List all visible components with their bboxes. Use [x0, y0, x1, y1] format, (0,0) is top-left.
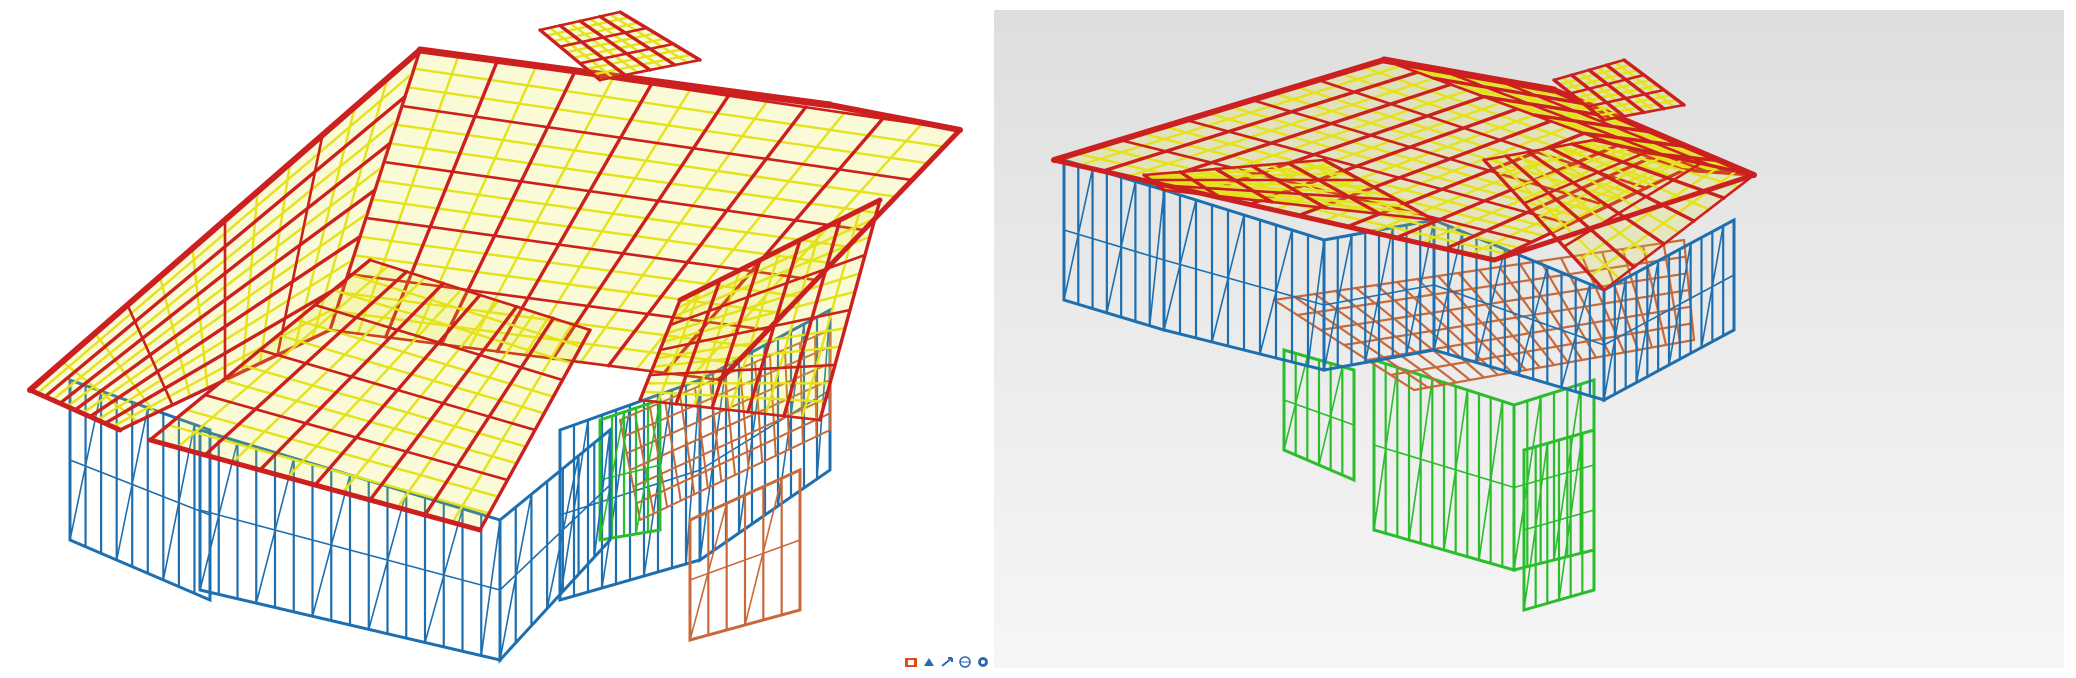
help-icon[interactable]	[976, 656, 990, 668]
left-side-wall-nogging	[69, 459, 211, 516]
viewer-toolbar	[904, 654, 990, 670]
right-render-background	[994, 10, 2064, 668]
left-render-panel	[0, 0, 994, 678]
right-steel-frame-render	[1051, 56, 1757, 612]
arrow-icon[interactable]	[940, 656, 954, 668]
right-left-end-wall-brace	[1148, 189, 1165, 327]
app-logo-icon[interactable]	[904, 656, 918, 668]
left-steel-frame-render	[27, 10, 963, 664]
globe-icon[interactable]	[958, 656, 972, 668]
right-render-panel	[994, 0, 2076, 678]
right-front-wall-left-brace	[1307, 239, 1325, 367]
paint-icon[interactable]	[922, 656, 936, 668]
left-front-wall-brace	[480, 519, 501, 657]
